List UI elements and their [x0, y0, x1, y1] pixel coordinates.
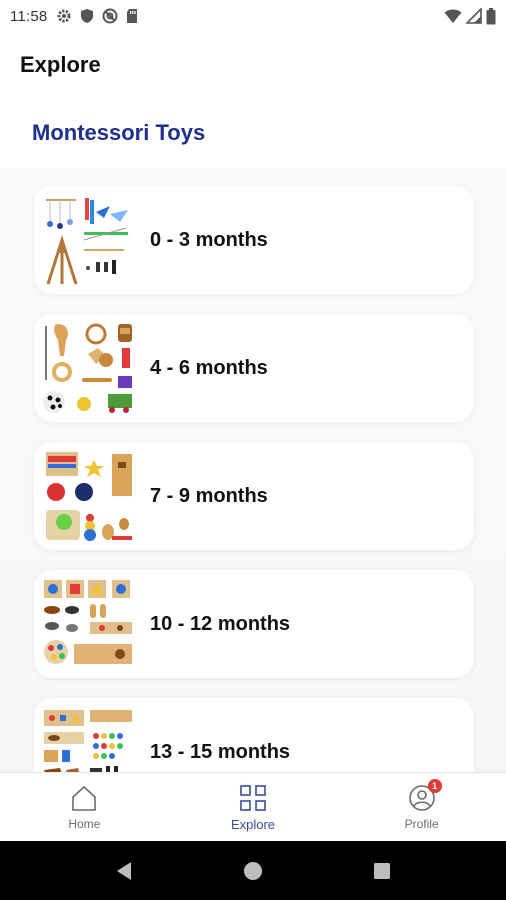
status-left: 11:58	[10, 8, 138, 25]
mobiles-and-play-gym-thumbnail	[40, 192, 136, 288]
sd-card-icon	[126, 8, 138, 24]
back-icon[interactable]	[104, 851, 144, 891]
profile-icon: 1	[408, 779, 442, 813]
recents-icon[interactable]	[362, 851, 402, 891]
age-card-13-15-months[interactable]: 13 - 15 months	[34, 698, 474, 772]
gear-icon	[56, 8, 72, 24]
age-card-4-6-months[interactable]: 4 - 6 months	[34, 314, 474, 422]
shield-icon	[80, 8, 94, 24]
nav-home[interactable]: Home	[24, 783, 144, 831]
age-card-10-12-months[interactable]: 10 - 12 months	[34, 570, 474, 678]
home-button-icon[interactable]	[233, 851, 273, 891]
signal-icon	[466, 8, 482, 24]
status-system-icons	[444, 7, 496, 25]
at-sign-icon	[102, 8, 118, 24]
nav-explore-label: Explore	[230, 816, 276, 832]
status-time: 11:58	[10, 7, 48, 25]
section-title: Montessori Toys	[32, 120, 206, 145]
home-icon	[70, 783, 98, 813]
system-navigation-bar	[0, 841, 506, 900]
age-card-label: 0 - 3 months	[150, 228, 268, 251]
age-card-label: 7 - 9 months	[150, 484, 268, 507]
age-card-label: 4 - 6 months	[150, 356, 268, 379]
age-card-7-9-months[interactable]: 7 - 9 months	[34, 442, 474, 550]
grasping-toys-thumbnail	[40, 320, 136, 416]
notification-badge: 1	[427, 779, 442, 793]
puzzles-and-animals-thumbnail	[40, 576, 136, 672]
age-card-label: 10 - 12 months	[150, 612, 291, 635]
age-card-0-3-months[interactable]: 0 - 3 months	[34, 186, 474, 294]
battery-icon	[486, 7, 496, 25]
wifi-icon	[444, 8, 462, 24]
nav-home-label: Home	[68, 817, 101, 831]
grid-icon	[239, 783, 267, 813]
page-title: Explore	[20, 52, 101, 77]
object-permanence-toys-thumbnail	[40, 448, 136, 544]
age-group-list[interactable]: 0 - 3 months 4 - 6 months 7 - 9 months 1…	[0, 168, 506, 772]
status-bar: 11:58	[0, 0, 506, 32]
age-card-label: 13 - 15 months	[150, 740, 291, 763]
bottom-navigation: Home Explore 1 Profile	[0, 772, 506, 841]
nav-profile[interactable]: 1 Profile	[362, 779, 482, 831]
nav-profile-label: Profile	[404, 817, 439, 831]
shape-puzzles-thumbnail	[40, 704, 136, 772]
status-notification-icons	[56, 8, 138, 24]
nav-explore[interactable]: Explore	[193, 783, 313, 832]
